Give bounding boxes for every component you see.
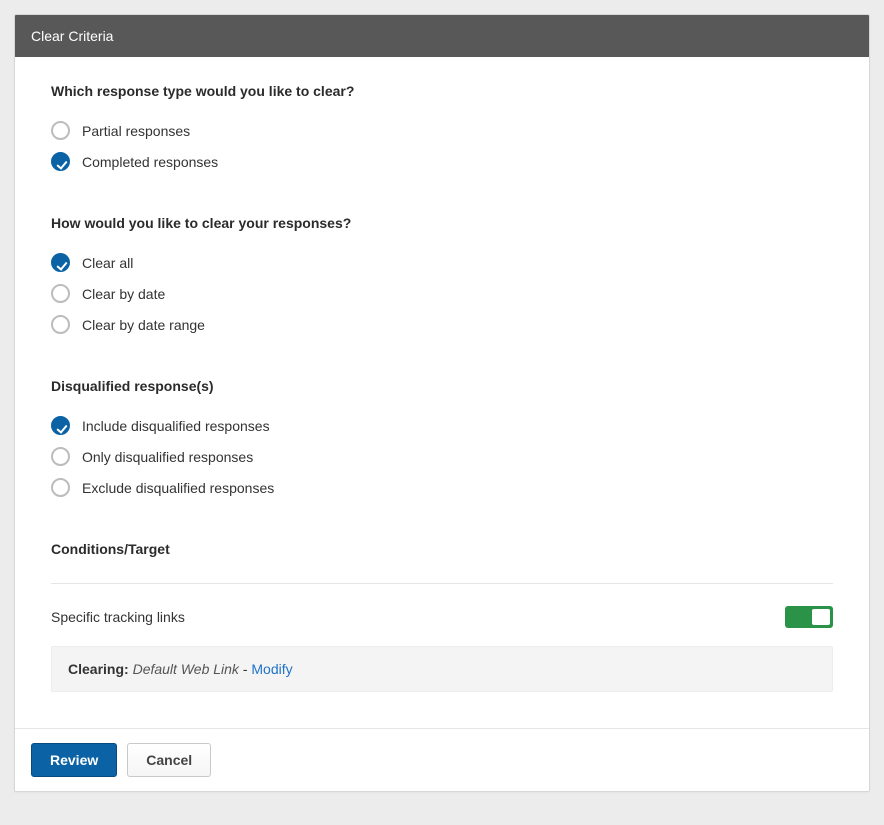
radio-label: Clear by date — [82, 286, 165, 302]
response-type-question: Which response type would you like to cl… — [51, 83, 833, 99]
radio-label: Clear all — [82, 255, 133, 271]
radio-label: Partial responses — [82, 123, 190, 139]
modify-link[interactable]: Modify — [251, 661, 292, 677]
review-button[interactable]: Review — [31, 743, 117, 777]
dialog-header: Clear Criteria — [15, 15, 869, 57]
dialog-footer: Review Cancel — [15, 728, 869, 791]
response-type-block: Which response type would you like to cl… — [51, 83, 833, 171]
radio-label: Completed responses — [82, 154, 218, 170]
radio-label: Only disqualified responses — [82, 449, 253, 465]
radio-partial-responses[interactable]: Partial responses — [51, 121, 833, 140]
tracking-links-toggle[interactable] — [785, 606, 833, 628]
radio-icon — [51, 121, 70, 140]
conditions-heading: Conditions/Target — [51, 541, 833, 557]
radio-only-disqualified[interactable]: Only disqualified responses — [51, 447, 833, 466]
dialog-body: Which response type would you like to cl… — [15, 57, 869, 728]
tracking-links-row: Specific tracking links — [51, 606, 833, 628]
radio-icon — [51, 447, 70, 466]
radio-icon — [51, 478, 70, 497]
clearing-link-name: Default Web Link — [133, 661, 239, 677]
clearing-label: Clearing: — [68, 661, 129, 677]
clearing-summary-box: Clearing: Default Web Link - Modify — [51, 646, 833, 692]
radio-icon — [51, 315, 70, 334]
radio-clear-by-date[interactable]: Clear by date — [51, 284, 833, 303]
clear-method-question: How would you like to clear your respons… — [51, 215, 833, 231]
clear-criteria-dialog: Clear Criteria Which response type would… — [14, 14, 870, 792]
toggle-knob — [812, 609, 830, 625]
disqualified-question: Disqualified response(s) — [51, 378, 833, 394]
radio-label: Exclude disqualified responses — [82, 480, 274, 496]
radio-icon — [51, 284, 70, 303]
radio-exclude-disqualified[interactable]: Exclude disqualified responses — [51, 478, 833, 497]
radio-label: Clear by date range — [82, 317, 205, 333]
radio-clear-all[interactable]: Clear all — [51, 253, 833, 272]
conditions-block: Conditions/Target Specific tracking link… — [51, 541, 833, 692]
radio-icon — [51, 253, 70, 272]
radio-icon — [51, 152, 70, 171]
disqualified-block: Disqualified response(s) Include disqual… — [51, 378, 833, 497]
radio-label: Include disqualified responses — [82, 418, 270, 434]
radio-icon — [51, 416, 70, 435]
dialog-title: Clear Criteria — [31, 28, 113, 44]
radio-completed-responses[interactable]: Completed responses — [51, 152, 833, 171]
cancel-button[interactable]: Cancel — [127, 743, 211, 777]
radio-clear-by-date-range[interactable]: Clear by date range — [51, 315, 833, 334]
tracking-links-label: Specific tracking links — [51, 609, 185, 625]
divider — [51, 583, 833, 584]
radio-include-disqualified[interactable]: Include disqualified responses — [51, 416, 833, 435]
clear-method-block: How would you like to clear your respons… — [51, 215, 833, 334]
